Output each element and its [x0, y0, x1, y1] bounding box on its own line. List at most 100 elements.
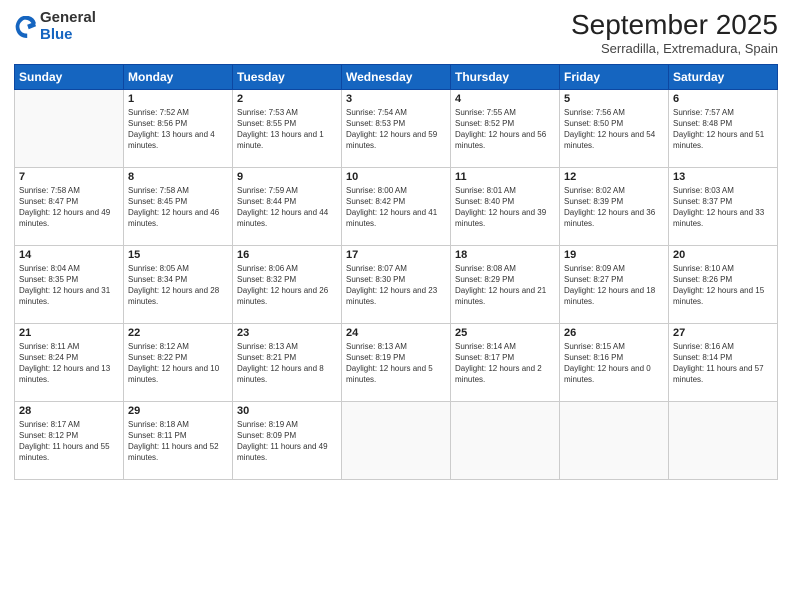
day-number: 11 — [455, 171, 555, 183]
day-number: 9 — [237, 171, 337, 183]
day-info: Sunrise: 8:14 AMSunset: 8:17 PMDaylight:… — [455, 341, 555, 386]
calendar-week-row: 7 Sunrise: 7:58 AMSunset: 8:47 PMDaylight… — [15, 167, 778, 245]
day-number: 12 — [564, 171, 664, 183]
calendar-week-row: 1 Sunrise: 7:52 AMSunset: 8:56 PMDaylight… — [15, 89, 778, 167]
table-row: 12 Sunrise: 8:02 AMSunset: 8:39 PMDayligh… — [560, 167, 669, 245]
logo-text: General Blue — [40, 10, 96, 43]
weekday-thursday: Thursday — [451, 64, 560, 89]
day-info: Sunrise: 8:13 AMSunset: 8:21 PMDaylight:… — [237, 341, 337, 386]
weekday-wednesday: Wednesday — [342, 64, 451, 89]
day-info: Sunrise: 8:05 AMSunset: 8:34 PMDaylight:… — [128, 263, 228, 308]
day-number: 28 — [19, 405, 119, 417]
table-row: 14 Sunrise: 8:04 AMSunset: 8:35 PMDayligh… — [15, 245, 124, 323]
day-info: Sunrise: 8:16 AMSunset: 8:14 PMDaylight:… — [673, 341, 773, 386]
table-row: 25Sunrise: 8:14 AMSunset: 8:17 PMDayligh… — [451, 323, 560, 401]
day-info: Sunrise: 8:15 AMSunset: 8:16 PMDaylight:… — [564, 341, 664, 386]
logo-general-text: General — [40, 10, 96, 27]
table-row: 16Sunrise: 8:06 AMSunset: 8:32 PMDayligh… — [233, 245, 342, 323]
title-block: September 2025 Serradilla, Extremadura, … — [571, 10, 778, 56]
calendar-title: September 2025 — [571, 10, 778, 41]
table-row: 27 Sunrise: 8:16 AMSunset: 8:14 PMDayligh… — [669, 323, 778, 401]
table-row: 2 Sunrise: 7:53 AMSunset: 8:55 PMDaylight… — [233, 89, 342, 167]
day-number: 21 — [19, 327, 119, 339]
day-number: 26 — [564, 327, 664, 339]
day-number: 5 — [564, 93, 664, 105]
table-row: 21 Sunrise: 8:11 AMSunset: 8:24 PMDayligh… — [15, 323, 124, 401]
table-row: 28 Sunrise: 8:17 AMSunset: 8:12 PMDayligh… — [15, 401, 124, 479]
table-row — [669, 401, 778, 479]
day-info: Sunrise: 8:00 AMSunset: 8:42 PMDaylight:… — [346, 185, 446, 230]
table-row: 22Sunrise: 8:12 AMSunset: 8:22 PMDayligh… — [124, 323, 233, 401]
table-row: 18 Sunrise: 8:08 AMSunset: 8:29 PMDayligh… — [451, 245, 560, 323]
day-info: Sunrise: 7:58 AMSunset: 8:47 PMDaylight:… — [19, 185, 119, 230]
day-number: 30 — [237, 405, 337, 417]
day-number: 2 — [237, 93, 337, 105]
day-info: Sunrise: 7:52 AMSunset: 8:56 PMDaylight:… — [128, 107, 228, 152]
logo: General Blue — [14, 10, 96, 43]
page: General Blue September 2025 Serradilla, … — [0, 0, 792, 612]
day-number: 24 — [346, 327, 446, 339]
table-row: 4Sunrise: 7:55 AMSunset: 8:52 PMDaylight… — [451, 89, 560, 167]
table-row: 13Sunrise: 8:03 AMSunset: 8:37 PMDayligh… — [669, 167, 778, 245]
table-row: 30 Sunrise: 8:19 AMSunset: 8:09 PMDayligh… — [233, 401, 342, 479]
table-row: 5 Sunrise: 7:56 AMSunset: 8:50 PMDaylight… — [560, 89, 669, 167]
day-number: 1 — [128, 93, 228, 105]
day-info: Sunrise: 8:07 AMSunset: 8:30 PMDaylight:… — [346, 263, 446, 308]
day-info: Sunrise: 7:53 AMSunset: 8:55 PMDaylight:… — [237, 107, 337, 152]
table-row: 26 Sunrise: 8:15 AMSunset: 8:16 PMDayligh… — [560, 323, 669, 401]
day-number: 7 — [19, 171, 119, 183]
table-row: 9 Sunrise: 7:59 AMSunset: 8:44 PMDaylight… — [233, 167, 342, 245]
table-row — [342, 401, 451, 479]
day-number: 16 — [237, 249, 337, 261]
day-info: Sunrise: 8:04 AMSunset: 8:35 PMDaylight:… — [19, 263, 119, 308]
calendar-table: Sunday Monday Tuesday Wednesday Thursday… — [14, 64, 778, 480]
day-info: Sunrise: 8:11 AMSunset: 8:24 PMDaylight:… — [19, 341, 119, 386]
day-info: Sunrise: 7:58 AMSunset: 8:45 PMDaylight:… — [128, 185, 228, 230]
weekday-sunday: Sunday — [15, 64, 124, 89]
logo-blue-text: Blue — [40, 27, 96, 44]
weekday-tuesday: Tuesday — [233, 64, 342, 89]
day-info: Sunrise: 8:18 AMSunset: 8:11 PMDaylight:… — [128, 419, 228, 464]
day-info: Sunrise: 8:02 AMSunset: 8:39 PMDaylight:… — [564, 185, 664, 230]
day-info: Sunrise: 8:08 AMSunset: 8:29 PMDaylight:… — [455, 263, 555, 308]
day-number: 27 — [673, 327, 773, 339]
table-row — [451, 401, 560, 479]
day-number: 4 — [455, 93, 555, 105]
table-row: 15Sunrise: 8:05 AMSunset: 8:34 PMDayligh… — [124, 245, 233, 323]
day-number: 18 — [455, 249, 555, 261]
table-row — [560, 401, 669, 479]
weekday-header-row: Sunday Monday Tuesday Wednesday Thursday… — [15, 64, 778, 89]
table-row: 20Sunrise: 8:10 AMSunset: 8:26 PMDayligh… — [669, 245, 778, 323]
day-info: Sunrise: 8:19 AMSunset: 8:09 PMDaylight:… — [237, 419, 337, 464]
weekday-saturday: Saturday — [669, 64, 778, 89]
table-row: 23 Sunrise: 8:13 AMSunset: 8:21 PMDayligh… — [233, 323, 342, 401]
day-number: 20 — [673, 249, 773, 261]
day-number: 29 — [128, 405, 228, 417]
day-number: 17 — [346, 249, 446, 261]
day-number: 14 — [19, 249, 119, 261]
day-info: Sunrise: 7:57 AMSunset: 8:48 PMDaylight:… — [673, 107, 773, 152]
day-info: Sunrise: 7:59 AMSunset: 8:44 PMDaylight:… — [237, 185, 337, 230]
table-row: 6Sunrise: 7:57 AMSunset: 8:48 PMDaylight… — [669, 89, 778, 167]
day-info: Sunrise: 8:01 AMSunset: 8:40 PMDaylight:… — [455, 185, 555, 230]
day-info: Sunrise: 8:09 AMSunset: 8:27 PMDaylight:… — [564, 263, 664, 308]
header: General Blue September 2025 Serradilla, … — [14, 10, 778, 56]
day-number: 10 — [346, 171, 446, 183]
calendar-week-row: 14 Sunrise: 8:04 AMSunset: 8:35 PMDayligh… — [15, 245, 778, 323]
day-info: Sunrise: 8:17 AMSunset: 8:12 PMDaylight:… — [19, 419, 119, 464]
day-info: Sunrise: 7:54 AMSunset: 8:53 PMDaylight:… — [346, 107, 446, 152]
day-info: Sunrise: 7:56 AMSunset: 8:50 PMDaylight:… — [564, 107, 664, 152]
day-info: Sunrise: 8:13 AMSunset: 8:19 PMDaylight:… — [346, 341, 446, 386]
day-number: 23 — [237, 327, 337, 339]
logo-icon — [14, 16, 36, 38]
table-row: 8 Sunrise: 7:58 AMSunset: 8:45 PMDaylight… — [124, 167, 233, 245]
table-row: 19 Sunrise: 8:09 AMSunset: 8:27 PMDayligh… — [560, 245, 669, 323]
day-number: 19 — [564, 249, 664, 261]
table-row: 1 Sunrise: 7:52 AMSunset: 8:56 PMDaylight… — [124, 89, 233, 167]
table-row: 3Sunrise: 7:54 AMSunset: 8:53 PMDaylight… — [342, 89, 451, 167]
day-number: 13 — [673, 171, 773, 183]
table-row: 24 Sunrise: 8:13 AMSunset: 8:19 PMDayligh… — [342, 323, 451, 401]
day-number: 8 — [128, 171, 228, 183]
table-row: 10 Sunrise: 8:00 AMSunset: 8:42 PMDayligh… — [342, 167, 451, 245]
day-number: 22 — [128, 327, 228, 339]
